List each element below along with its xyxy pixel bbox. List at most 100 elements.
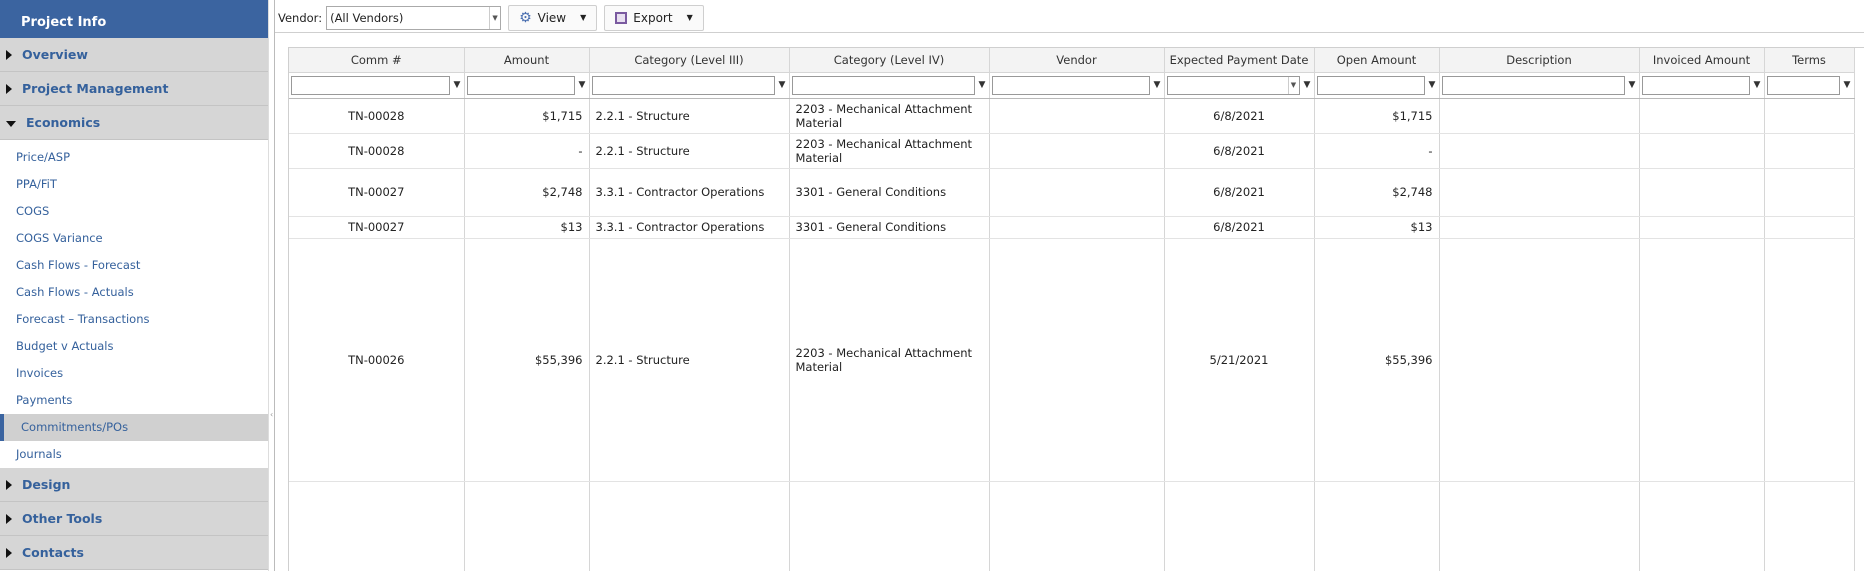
view-button-label: View	[537, 10, 567, 25]
sidebar-item-cogs-variance[interactable]: COGS Variance	[0, 225, 268, 252]
filter-icon[interactable]: ▼	[1304, 80, 1312, 90]
filter-input-comm[interactable]	[291, 75, 450, 95]
sidebar-item-cogs[interactable]: COGS	[0, 198, 268, 225]
filter-icon[interactable]: ▼	[1429, 80, 1437, 90]
filter-input-terms[interactable]	[1766, 75, 1840, 95]
filter-icon[interactable]: ▼	[1154, 80, 1162, 90]
sidebar-group-overview[interactable]: Overview	[0, 38, 268, 72]
chevron-down-icon[interactable]: ▼	[1287, 76, 1299, 94]
filter-icon[interactable]: ▼	[579, 80, 587, 90]
sidebar-item-cash-flows-forecast[interactable]: Cash Flows - Forecast	[0, 252, 268, 279]
cell-open-amount: $1,715	[1314, 98, 1440, 134]
sidebar-item-ppa-fit[interactable]: PPA/FiT	[0, 171, 268, 198]
sidebar: Project Info Overview Project Management…	[0, 0, 268, 571]
gear-icon: ⚙	[519, 9, 532, 26]
cell-amount: -	[464, 133, 590, 169]
filter-input-category-level-iv[interactable]	[791, 75, 975, 95]
cell-open-amount: $13	[1314, 216, 1440, 239]
column-header-terms[interactable]: Terms	[1764, 48, 1855, 73]
sidebar-item-invoices[interactable]: Invoices	[0, 360, 268, 387]
sidebar-group-other-tools[interactable]: Other Tools	[0, 502, 268, 536]
commitments-table: Comm # Amount Category (Level III) Categ…	[289, 48, 1855, 571]
column-header-invoiced-amount[interactable]: Invoiced Amount	[1639, 48, 1765, 73]
cell-vendor	[989, 238, 1165, 482]
sidebar-item-budget-v-actuals[interactable]: Budget v Actuals	[0, 333, 268, 360]
sidebar-item-cash-flows-actuals[interactable]: Cash Flows - Actuals	[0, 279, 268, 306]
sidebar-splitter[interactable]: ‹	[268, 0, 275, 571]
cell-open-amount: $2,748	[1314, 168, 1440, 217]
cell-category-level-iv: 2203 - Mechanical Attachment Material	[789, 133, 990, 169]
commitments-grid: Comm # Amount Category (Level III) Categ…	[288, 47, 1864, 571]
filter-icon[interactable]: ▼	[1754, 80, 1762, 90]
vendor-select-value: (All Vendors)	[330, 10, 404, 25]
chevron-down-icon: ▼	[580, 13, 587, 22]
chevron-down-icon[interactable]: ▼	[489, 6, 500, 29]
column-header-open-amount[interactable]: Open Amount	[1314, 48, 1440, 73]
sidebar-item-forecast-transactions[interactable]: Forecast – Transactions	[0, 306, 268, 333]
sidebar-group-design[interactable]: Design	[0, 468, 268, 502]
cell-terms	[1764, 98, 1855, 134]
table-row[interactable]: TN-00028 $1,715 2.2.1 - Structure 2203 -…	[289, 98, 1855, 134]
table-row[interactable]: TN-00027 $2,748 3.3.1 - Contractor Opera…	[289, 168, 1855, 217]
sidebar-group-economics[interactable]: Economics	[0, 106, 268, 140]
cell-description	[1439, 98, 1640, 134]
filter-input-expected-payment-date[interactable]: ▼	[1166, 75, 1300, 95]
cell-comm: TN-00028	[289, 133, 465, 169]
cell-category-level-iii: 3.3.1 - Contractor Operations	[589, 216, 790, 239]
cell-comm: TN-00026	[289, 238, 465, 482]
filter-input-category-level-iii[interactable]	[591, 75, 775, 95]
column-header-category-level-iv[interactable]: Category (Level IV)	[789, 48, 990, 73]
vendor-label: Vendor:	[278, 10, 323, 25]
sidebar-title: Project Info	[0, 0, 268, 38]
cell-invoiced-amount	[1639, 238, 1765, 482]
cell-invoiced-amount	[1639, 133, 1765, 169]
column-header-description[interactable]: Description	[1439, 48, 1640, 73]
sidebar-item-payments[interactable]: Payments	[0, 387, 268, 414]
collapse-handle-icon[interactable]: ‹	[270, 410, 273, 419]
export-icon	[615, 11, 628, 24]
column-header-category-level-iii[interactable]: Category (Level III)	[589, 48, 790, 73]
sidebar-group-label: Economics	[26, 115, 101, 130]
cell-amount: $55,396	[464, 238, 590, 482]
expand-arrow-icon	[6, 83, 12, 94]
export-button[interactable]: Export ▼	[604, 4, 704, 31]
filter-icon[interactable]: ▼	[454, 80, 462, 90]
filter-input-amount[interactable]	[466, 75, 575, 95]
view-button[interactable]: ⚙ View ▼	[508, 4, 598, 31]
filter-input-open-amount[interactable]	[1316, 75, 1425, 95]
column-header-comm[interactable]: Comm #	[289, 48, 465, 73]
cell-category-level-iii: 2.2.1 - Structure	[589, 98, 790, 134]
filter-icon[interactable]: ▼	[779, 80, 787, 90]
filter-input-description[interactable]	[1441, 75, 1625, 95]
sidebar-group-label: Project Management	[22, 81, 169, 96]
column-header-vendor[interactable]: Vendor	[989, 48, 1165, 73]
table-row[interactable]: TN-00027 $13 3.3.1 - Contractor Operatio…	[289, 216, 1855, 239]
cell-comm: TN-00028	[289, 98, 465, 134]
filter-row: ▼ ▼ ▼ ▼ ▼ ▼ ▼ ▼ ▼ ▼ ▼	[289, 72, 1855, 99]
column-header-expected-payment-date[interactable]: Expected Payment Date	[1164, 48, 1315, 73]
filter-icon[interactable]: ▼	[1844, 80, 1852, 90]
vendor-select[interactable]: (All Vendors) ▼	[326, 5, 502, 30]
table-row[interactable]: TN-00026 $55,396 2.2.1 - Structure 2203 …	[289, 238, 1855, 482]
collapse-arrow-icon	[6, 120, 16, 127]
sidebar-group-label: Overview	[22, 47, 88, 62]
filter-icon[interactable]: ▼	[1629, 80, 1637, 90]
sidebar-group-label: Contacts	[22, 545, 84, 560]
cell-description	[1439, 238, 1640, 482]
table-row[interactable]: TN-00028 - 2.2.1 - Structure 2203 - Mech…	[289, 133, 1855, 169]
export-button-label: Export	[633, 10, 673, 25]
filter-icon[interactable]: ▼	[979, 80, 987, 90]
sidebar-item-commitments-pos[interactable]: Commitments/POs	[0, 414, 268, 441]
cell-category-level-iii: 2.2.1 - Structure	[589, 238, 790, 482]
filter-input-invoiced-amount[interactable]	[1641, 75, 1750, 95]
cell-terms	[1764, 133, 1855, 169]
chevron-down-icon: ▼	[686, 13, 693, 22]
sidebar-group-contacts[interactable]: Contacts	[0, 536, 268, 570]
sidebar-item-journals[interactable]: Journals	[0, 441, 268, 468]
sidebar-group-project-management[interactable]: Project Management	[0, 72, 268, 106]
toolbar: Vendor: (All Vendors) ▼ ⚙ View ▼ Export …	[275, 3, 1864, 33]
cell-open-amount: $55,396	[1314, 238, 1440, 482]
filter-input-vendor[interactable]	[991, 75, 1150, 95]
sidebar-item-price-asp[interactable]: Price/ASP	[0, 144, 268, 171]
column-header-amount[interactable]: Amount	[464, 48, 590, 73]
